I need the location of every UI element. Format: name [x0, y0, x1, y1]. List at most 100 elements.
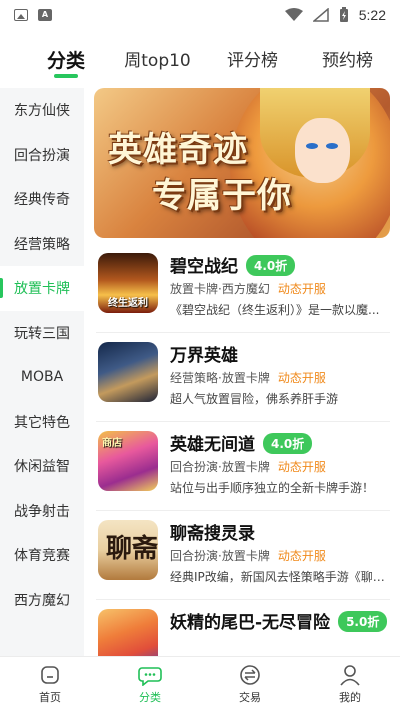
sidebar-item-label: 经营策略: [14, 236, 70, 253]
sidebar-item-label: MOBA: [20, 369, 64, 386]
game-name: 万界英雄: [170, 346, 238, 366]
sidebar-item-moba[interactable]: MOBA: [0, 355, 84, 400]
sidebar-item-war-shooter[interactable]: 战争射击: [0, 489, 84, 534]
game-title-row: 妖精的尾巴-无尽冒险 5.0折: [170, 608, 388, 633]
nav-home[interactable]: 首页: [0, 657, 100, 711]
home-icon: [41, 665, 59, 684]
nav-home-label: 首页: [39, 690, 61, 704]
tab-category-label: 分类: [46, 50, 85, 72]
game-name: 妖精的尾巴-无尽冒险: [170, 613, 331, 633]
tab-reservation-label: 预约榜: [322, 51, 373, 71]
sidebar-item-label: 西方魔幻: [14, 592, 70, 609]
tab-rating[interactable]: 评分榜: [205, 36, 300, 82]
game-icon-caption: 聊斋: [106, 534, 158, 564]
sidebar-item-western-fantasy[interactable]: 西方魔幻: [0, 578, 84, 623]
trade-icon: [240, 664, 260, 685]
sidebar-item-casual-puzzle[interactable]: 休闲益智: [0, 444, 84, 489]
sidebar-item-strategy[interactable]: 经营策略: [0, 222, 84, 267]
game-description: 《碧空战纪（终生返利）》是一款以魔...: [170, 303, 380, 317]
sidebar-item-classic-legend[interactable]: 经典传奇: [0, 177, 84, 222]
game-item[interactable]: 万界英雄 经营策略·放置卡牌 动态开服 超人气放置冒险，佛系养肝手游: [96, 333, 390, 422]
sidebar-item-label: 其它特色: [14, 414, 70, 431]
game-icon-caption: 终生返利: [108, 298, 148, 309]
game-icon: [98, 342, 158, 402]
bottom-nav: 首页 分类 交易 我的: [0, 656, 400, 711]
nav-profile[interactable]: 我的: [300, 657, 400, 711]
game-tags-row: 回合扮演·放置卡牌 动态开服: [170, 458, 326, 475]
signal-icon: [312, 8, 329, 22]
banner-character-eye: [306, 143, 318, 149]
nav-profile-label: 我的: [339, 690, 361, 704]
game-title-row: 碧空战纪 4.0折: [170, 252, 296, 277]
text-icon: A: [38, 9, 52, 21]
game-tags-row: 放置卡牌·西方魔幻 动态开服: [170, 280, 326, 297]
sidebar-item-label: 休闲益智: [14, 459, 70, 476]
sidebar-item-sports[interactable]: 体育竞赛: [0, 533, 84, 578]
status-bar: A 5:22: [0, 0, 400, 30]
sidebar-item-idle-cards[interactable]: 放置卡牌: [0, 266, 84, 311]
game-item[interactable]: 妖精的尾巴-无尽冒险 5.0折: [96, 600, 390, 656]
game-item[interactable]: 商店 英雄无间道 4.0折 回合扮演·放置卡牌 动态开服 站位与出手顺序独立的全新卡…: [96, 422, 390, 511]
game-title-row: 聊斋搜灵录: [170, 519, 255, 544]
sidebar-item-other[interactable]: 其它特色: [0, 400, 84, 445]
nav-category-label: 分类: [139, 690, 161, 704]
sidebar-item-label: 战争射击: [14, 503, 70, 520]
game-item[interactable]: 终生返利 碧空战纪 4.0折 放置卡牌·西方魔幻 动态开服 《碧空战纪（终生返利）》…: [96, 244, 390, 333]
sidebar-item-label: 放置卡牌: [14, 281, 70, 298]
sidebar-item-label: 东方仙侠: [14, 103, 70, 120]
game-description: 超人气放置冒险，佛系养肝手游: [170, 392, 339, 406]
server-status: 动态开服: [277, 549, 326, 563]
nav-category[interactable]: 分类: [100, 657, 200, 711]
sidebar-item-label: 体育竞赛: [14, 548, 70, 565]
banner-title-line1: 英雄奇迹: [108, 130, 248, 170]
gallery-icon: [14, 9, 28, 21]
sidebar-item-label: 玩转三国: [14, 325, 70, 342]
status-left: A: [14, 9, 52, 21]
status-time: 5:22: [358, 7, 386, 23]
category-sidebar: 东方仙侠 回合扮演 经典传奇 经营策略 放置卡牌 玩转三国 MOBA 其它特色 …: [0, 88, 84, 656]
game-icon: 聊斋: [98, 520, 158, 580]
banner-title-line2: 专属于你: [152, 176, 292, 216]
battery-icon: [339, 7, 348, 22]
game-tags: 回合扮演·放置卡牌: [170, 549, 270, 563]
server-status: 动态开服: [277, 282, 326, 296]
nav-trade[interactable]: 交易: [200, 657, 300, 711]
game-tags: 经营策略·放置卡牌: [170, 371, 270, 385]
discount-badge: 4.0折: [246, 255, 296, 276]
game-name: 英雄无间道: [170, 435, 255, 455]
sidebar-item-three-kingdoms[interactable]: 玩转三国: [0, 311, 84, 356]
discount-badge: 4.0折: [263, 433, 313, 454]
game-icon: 商店: [98, 431, 158, 491]
promo-banner[interactable]: 英雄奇迹 专属于你: [94, 88, 390, 238]
tab-weekly-top10-label: 周top10: [124, 51, 191, 71]
game-title-row: 万界英雄: [170, 341, 238, 366]
nav-trade-label: 交易: [239, 690, 261, 704]
game-list: 终生返利 碧空战纪 4.0折 放置卡牌·西方魔幻 动态开服 《碧空战纪（终生返利）》…: [84, 244, 400, 656]
category-icon: [138, 666, 162, 686]
game-tags: 回合扮演·放置卡牌: [170, 460, 270, 474]
game-name: 碧空战纪: [170, 257, 238, 277]
tab-weekly-top10[interactable]: 周top10: [110, 36, 205, 82]
tab-category[interactable]: 分类: [22, 36, 110, 82]
tab-reservation[interactable]: 预约榜: [300, 36, 395, 82]
top-tabs: 分类 周top10 评分榜 预约榜: [0, 36, 400, 86]
game-item[interactable]: 聊斋 聊斋搜灵录 回合扮演·放置卡牌 动态开服 经典IP改编，新国风去怪策略手游《…: [96, 511, 392, 600]
server-status: 动态开服: [277, 371, 326, 385]
sidebar-item-label: 回合扮演: [14, 147, 70, 164]
tab-rating-label: 评分榜: [227, 51, 278, 71]
game-tags: 放置卡牌·西方魔幻: [170, 282, 270, 296]
game-description: 经典IP改编，新国风去怪策略手游《聊斋...: [170, 570, 392, 584]
active-tab-indicator: [54, 74, 78, 78]
game-title-row: 英雄无间道 4.0折: [170, 430, 313, 455]
main-content: 英雄奇迹 专属于你 终生返利 碧空战纪 4.0折 放置卡牌·西方魔幻 动态开服 《碧…: [84, 88, 400, 656]
game-icon: 终生返利: [98, 253, 158, 313]
discount-badge: 5.0折: [338, 611, 388, 632]
wifi-icon: [284, 8, 303, 21]
sidebar-item-eastern-xianxia[interactable]: 东方仙侠: [0, 88, 84, 133]
server-status: 动态开服: [277, 460, 326, 474]
game-description: 站位与出手顺序独立的全新卡牌手游！: [170, 481, 375, 495]
game-name: 聊斋搜灵录: [170, 524, 255, 544]
sidebar-item-turn-rpg[interactable]: 回合扮演: [0, 133, 84, 178]
status-right: 5:22: [284, 7, 386, 23]
profile-icon: [340, 664, 360, 686]
